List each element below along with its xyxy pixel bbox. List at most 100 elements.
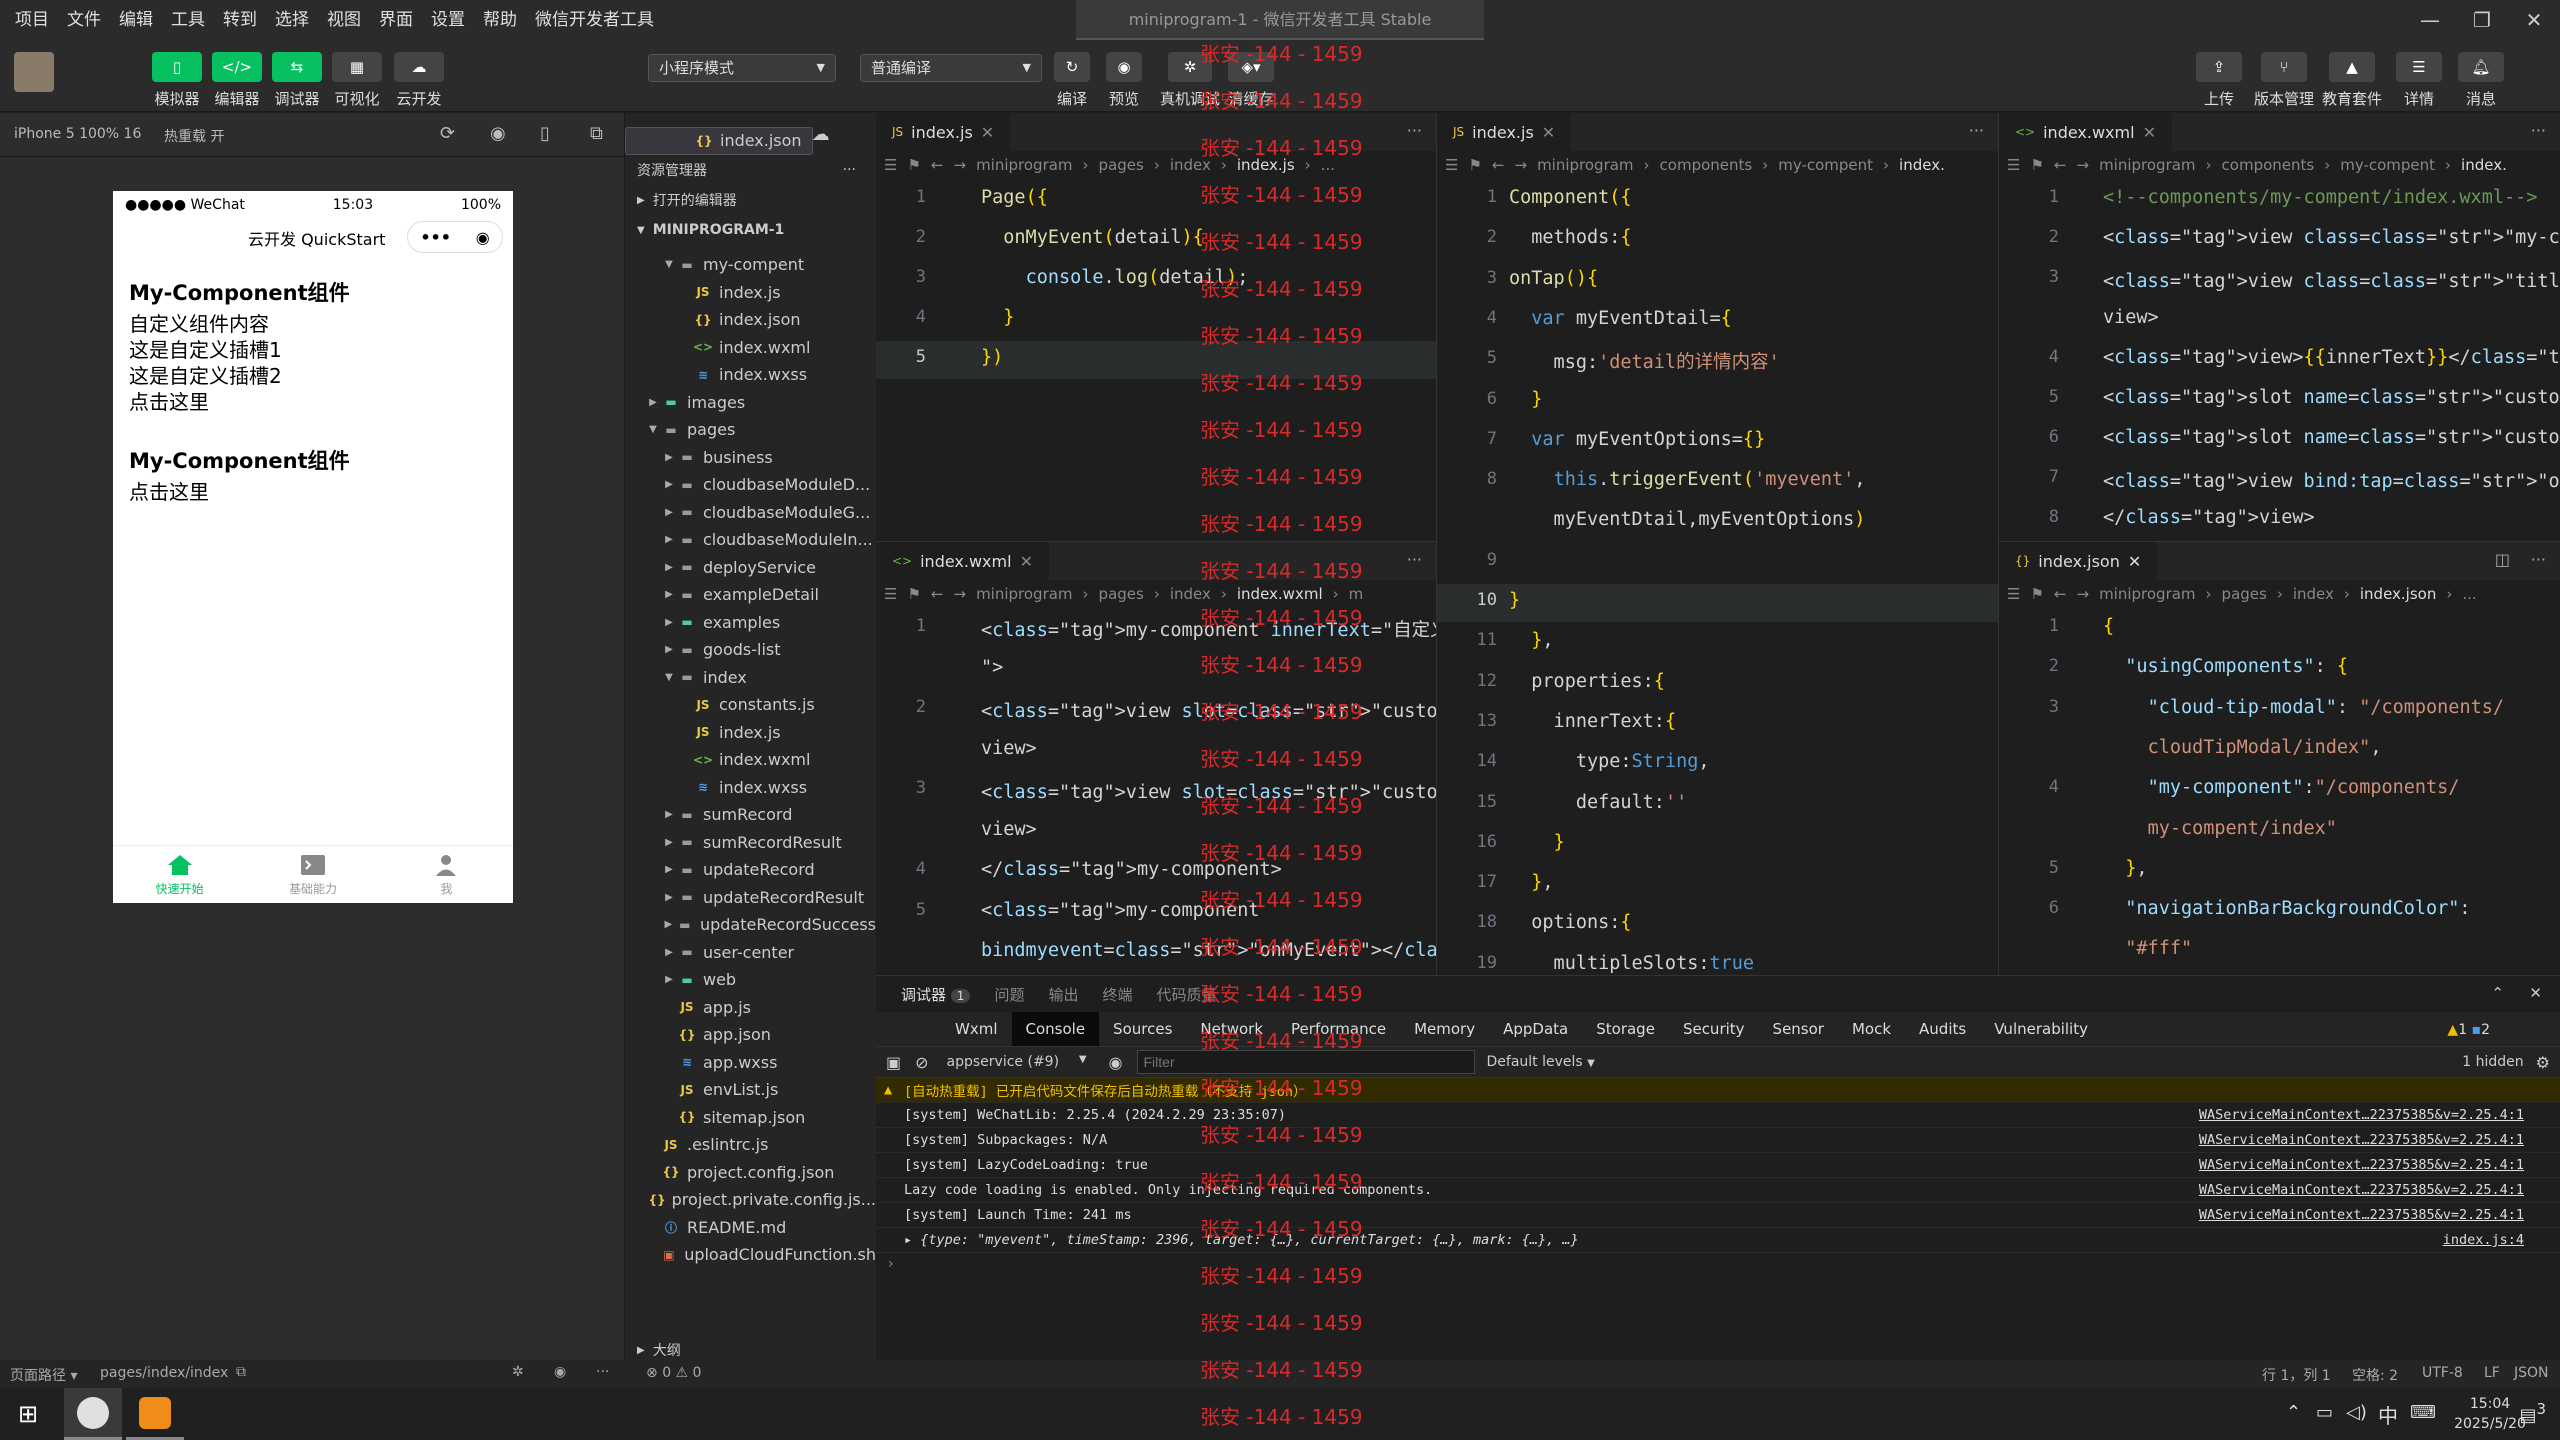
console-source-link[interactable]: WAServiceMainContext…22375385&v=2.25.4:1 bbox=[2199, 1132, 2524, 1148]
more-icon[interactable]: ··· bbox=[1407, 121, 1422, 140]
tab-index-js[interactable]: JS index.js ✕ bbox=[876, 113, 1011, 151]
tree-item[interactable]: {} project.private.config.js... bbox=[625, 1186, 876, 1214]
devtools-tab-mock[interactable]: Mock bbox=[1838, 1012, 1905, 1046]
tree-item[interactable]: ▶ ▬ business bbox=[625, 444, 876, 472]
popout-icon[interactable]: ⧉ bbox=[590, 123, 603, 144]
problems-count[interactable]: ⊗ 0 ⚠ 0 bbox=[646, 1365, 701, 1381]
list-icon[interactable]: ☰ bbox=[884, 585, 897, 603]
devtools-tab-appdata[interactable]: AppData bbox=[1489, 1012, 1582, 1046]
forward-icon[interactable]: → bbox=[953, 156, 966, 174]
menu-file[interactable]: 文件 bbox=[58, 0, 110, 40]
tab-debugger[interactable]: 调试器 1 bbox=[901, 984, 971, 1005]
phone-icon[interactable]: ▯ bbox=[540, 123, 550, 144]
minimize-icon[interactable]: — bbox=[2404, 0, 2456, 40]
more-icon[interactable]: ··· bbox=[2531, 550, 2546, 569]
back-icon[interactable]: ← bbox=[2054, 156, 2067, 174]
tab-quickstart[interactable]: 快速开始 bbox=[113, 846, 246, 903]
tree-item[interactable]: ▶ ▬ updateRecord bbox=[625, 856, 876, 884]
tab-basic[interactable]: 基础能力 bbox=[246, 846, 379, 903]
more-icon[interactable]: ••• bbox=[420, 228, 451, 247]
levels-select[interactable]: Default levels ▼ bbox=[1487, 1054, 1595, 1070]
tree-item[interactable]: ▼ ▬ pages bbox=[625, 416, 876, 444]
menu-edit[interactable]: 编辑 bbox=[110, 0, 162, 40]
tab-output[interactable]: 输出 bbox=[1048, 984, 1078, 1005]
taskbar-app-2[interactable] bbox=[126, 1388, 184, 1440]
tab-problems[interactable]: 问题 bbox=[994, 984, 1024, 1005]
forward-icon[interactable]: → bbox=[1514, 156, 1527, 174]
close-icon[interactable]: ✕ bbox=[2508, 0, 2560, 40]
tree-item[interactable]: ▶ ▬ images bbox=[625, 389, 876, 417]
tree-item[interactable]: JS app.js bbox=[625, 994, 876, 1022]
tree-item[interactable]: <> index.wxml bbox=[625, 334, 876, 362]
capsule-button[interactable]: ••• ◉ bbox=[407, 221, 503, 253]
close-icon[interactable]: ✕ bbox=[2128, 552, 2141, 571]
record-icon[interactable]: ◉ bbox=[490, 123, 506, 144]
tree-item[interactable]: ▶ ▬ deployService bbox=[625, 554, 876, 582]
click-here-link[interactable]: 点击这里 bbox=[129, 389, 513, 415]
eye-icon[interactable]: ◉ bbox=[554, 1364, 566, 1380]
tree-item[interactable]: ▣ uploadCloudFunction.sh bbox=[625, 1241, 876, 1269]
tree-item[interactable]: ▶ ▬ goods-list bbox=[625, 636, 876, 664]
tree-item[interactable]: {} index.json bbox=[625, 306, 876, 334]
tree-item[interactable]: ▶ ▬ updateRecordSuccess bbox=[625, 911, 876, 939]
sidebar-icon[interactable]: ▣ bbox=[886, 1053, 901, 1072]
tree-item[interactable]: ▶ ▬ updateRecordResult bbox=[625, 884, 876, 912]
back-icon[interactable]: ← bbox=[2054, 585, 2067, 603]
close-icon[interactable]: ✕ bbox=[2143, 123, 2156, 142]
devtools-tab-vulnerability[interactable]: Vulnerability bbox=[1980, 1012, 2102, 1046]
tree-item[interactable]: JS constants.js bbox=[625, 691, 876, 719]
context-select[interactable]: appservice (#9) ▼ bbox=[947, 1054, 1087, 1070]
avatar[interactable] bbox=[14, 52, 54, 92]
tab-component-wxml[interactable]: <> index.wxml ✕ bbox=[1999, 113, 2172, 151]
cloud-button[interactable]: ☁ 云开发 bbox=[394, 52, 444, 109]
devtools-tab-memory[interactable]: Memory bbox=[1400, 1012, 1489, 1046]
volume-icon[interactable]: ◁) bbox=[2346, 1402, 2367, 1423]
target-icon[interactable]: ◉ bbox=[476, 228, 490, 247]
tree-item[interactable]: ▼ ▬ index bbox=[625, 664, 876, 692]
code-editor[interactable]: 1 Component({2 methods:{3 onTap(){4 var my… bbox=[1437, 179, 1998, 975]
menu-help[interactable]: 帮助 bbox=[474, 0, 526, 40]
ime-indicator[interactable]: 中 bbox=[2378, 1400, 2398, 1429]
version-button[interactable]: ⑂ 版本管理 bbox=[2254, 52, 2314, 109]
cursor-position[interactable]: 行 1，列 1 bbox=[2262, 1365, 2331, 1385]
devtools-tab-sources[interactable]: Sources bbox=[1099, 1012, 1186, 1046]
messages-button[interactable]: 🔔︎ 消息 bbox=[2458, 52, 2504, 109]
editor-button[interactable]: </> 编辑器 bbox=[212, 52, 262, 109]
tree-item[interactable]: ▼ ▬ my-compent bbox=[625, 251, 876, 279]
network-icon[interactable]: ▭ bbox=[2316, 1402, 2333, 1423]
tree-item[interactable]: ▶ ▬ cloudbaseModuleIn... bbox=[625, 526, 876, 554]
code-editor[interactable]: 1 {2 "usingComponents": {3 "cloud-tip-mod… bbox=[1999, 608, 2560, 976]
devtools-tab-security[interactable]: Security bbox=[1669, 1012, 1759, 1046]
console-source-link[interactable]: WAServiceMainContext…22375385&v=2.25.4:1 bbox=[2199, 1207, 2524, 1223]
tree-item[interactable]: JS .eslintrc.js bbox=[625, 1131, 876, 1159]
tab-me[interactable]: 我 bbox=[380, 846, 513, 903]
compile-button[interactable]: ↻ 编译 bbox=[1054, 52, 1090, 109]
notification-icon[interactable]: ▤3 bbox=[2519, 1400, 2546, 1426]
bookmark-icon[interactable]: ⚑ bbox=[1468, 156, 1481, 174]
more-icon[interactable]: ··· bbox=[596, 1364, 609, 1380]
device-select[interactable]: iPhone 5 100% 16 bbox=[14, 126, 141, 142]
menu-view[interactable]: 视图 bbox=[318, 0, 370, 40]
open-editors-section[interactable]: ▶ 打开的编辑器 bbox=[625, 185, 876, 215]
list-icon[interactable]: ☰ bbox=[2007, 585, 2020, 603]
list-icon[interactable]: ☰ bbox=[2007, 156, 2020, 174]
tree-item[interactable]: ▶ ▬ user-center bbox=[625, 939, 876, 967]
menu-goto[interactable]: 转到 bbox=[214, 0, 266, 40]
tab-component-js[interactable]: JS index.js ✕ bbox=[1437, 113, 1572, 151]
tree-item[interactable]: ▶ ▬ examples bbox=[625, 609, 876, 637]
menu-interface[interactable]: 界面 bbox=[370, 0, 422, 40]
devtools-tab-console[interactable]: Console bbox=[1011, 1012, 1100, 1046]
close-icon[interactable]: ✕ bbox=[2529, 984, 2542, 1002]
menu-settings[interactable]: 设置 bbox=[422, 0, 474, 40]
console-source-link[interactable]: index.js:4 bbox=[2443, 1232, 2524, 1248]
tree-item[interactable]: ▶ ▬ cloudbaseModuleD... bbox=[625, 471, 876, 499]
back-icon[interactable]: ← bbox=[931, 585, 944, 603]
details-button[interactable]: ☰ 详情 bbox=[2396, 52, 2442, 109]
tab-index-json[interactable]: {} index.json ✕ bbox=[1999, 542, 2158, 580]
bookmark-icon[interactable]: ⚑ bbox=[907, 156, 920, 174]
tree-item[interactable]: JS index.js bbox=[625, 719, 876, 747]
click-here-link[interactable]: 点击这里 bbox=[129, 479, 513, 505]
eol[interactable]: LF bbox=[2484, 1365, 2500, 1381]
input-icon[interactable]: ⌨ bbox=[2410, 1402, 2436, 1423]
tree-item[interactable]: ≋ index.wxss bbox=[625, 361, 876, 389]
